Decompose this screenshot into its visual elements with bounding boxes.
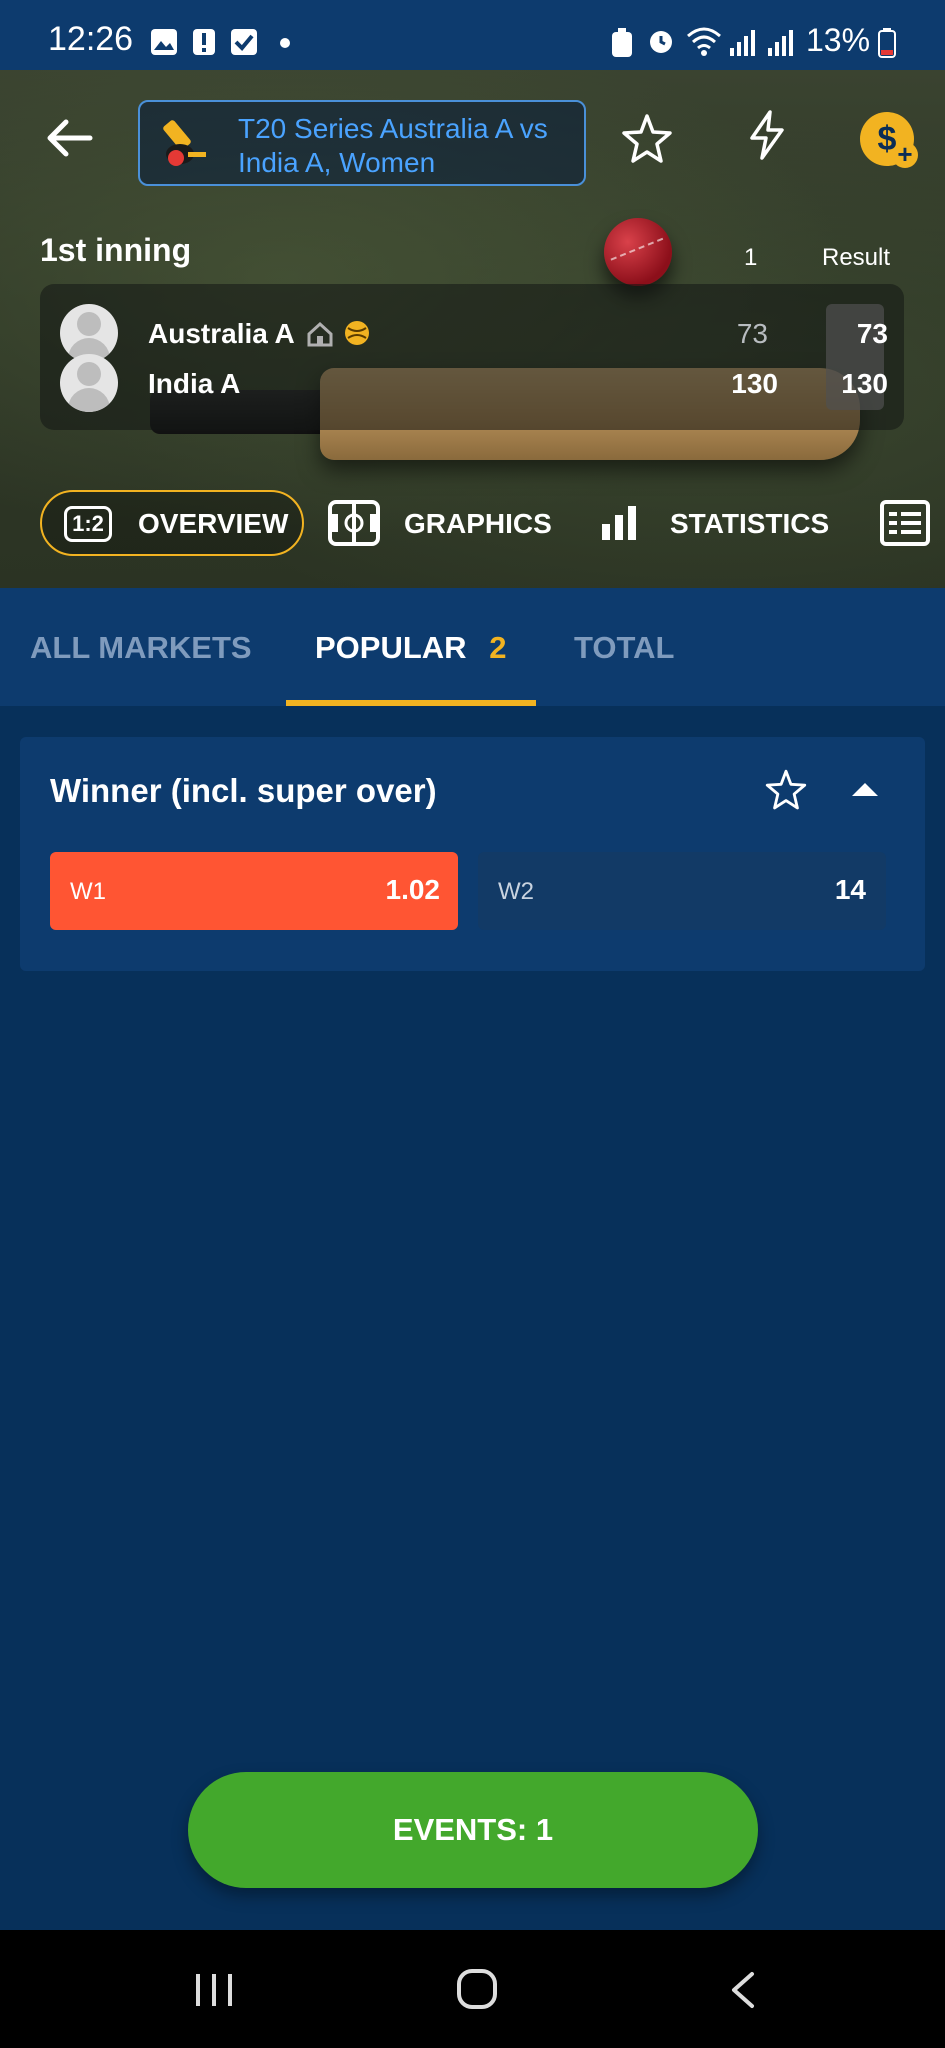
checkbox-icon — [231, 29, 257, 55]
w2-odds: 14 — [834, 874, 866, 905]
result-column-header: Result — [822, 244, 891, 271]
statistics-tab[interactable]: STATISTICS — [670, 508, 829, 540]
tab-popular[interactable]: POPULAR 2 — [315, 630, 506, 666]
collapse-caret-icon[interactable] — [850, 780, 880, 798]
tab-popular-count: 2 — [489, 630, 507, 665]
team-2-avatar — [60, 354, 118, 412]
alert-icon — [193, 29, 215, 55]
team-1-result: 73 — [856, 318, 888, 349]
wifi-icon — [687, 27, 721, 56]
w2-label: W2 — [498, 878, 534, 905]
cricket-ball-image — [604, 218, 672, 286]
signal-2-icon — [768, 30, 793, 56]
inning-label: 1st inning — [40, 232, 192, 268]
w1-label: W1 — [70, 878, 106, 905]
add-coin-icon[interactable]: + — [892, 141, 918, 168]
battery-icon — [878, 28, 896, 58]
home-button-icon[interactable] — [456, 1968, 498, 2010]
market-favorite-star-icon[interactable] — [764, 768, 808, 812]
team-1-innings-score: 73 — [736, 318, 768, 349]
scorecard — [40, 284, 904, 430]
field-graphics-icon[interactable] — [328, 500, 380, 546]
bar-chart-icon[interactable] — [600, 504, 638, 540]
system-back-icon[interactable] — [728, 1970, 758, 2010]
signal-1-icon — [730, 30, 755, 56]
status-bar: 12:26 13% — [0, 0, 945, 70]
active-tab-indicator — [286, 700, 536, 706]
team-2-name: India A — [148, 368, 241, 399]
batting-ball-icon — [345, 321, 369, 345]
cricket-sport-icon — [163, 120, 206, 166]
tab-all-markets[interactable]: ALL MARKETS — [30, 630, 252, 666]
tab-popular-label: POPULAR — [315, 630, 467, 665]
favorite-star-icon[interactable] — [620, 112, 674, 166]
team-2-result: 130 — [841, 368, 888, 399]
list-view-icon[interactable] — [880, 500, 930, 546]
battery-percent: 13% — [806, 22, 871, 58]
team-2-innings-score: 130 — [731, 368, 778, 399]
system-nav-bar — [0, 1930, 945, 2048]
gallery-icon — [151, 29, 177, 55]
back-arrow-icon[interactable] — [44, 118, 94, 158]
tab-total[interactable]: TOTAL — [574, 630, 674, 666]
w1-odds: 1.02 — [385, 874, 441, 905]
lightning-icon[interactable] — [740, 108, 794, 162]
market-title: Winner (incl. super over) — [50, 772, 437, 809]
innings-column-header: 1 — [744, 244, 758, 271]
battery-saver-icon — [612, 28, 632, 57]
status-time: 12:26 — [48, 20, 134, 58]
overview-label: OVERVIEW — [138, 508, 289, 539]
team-1-name: Australia A — [148, 318, 295, 349]
recent-apps-icon[interactable] — [192, 1972, 236, 2008]
score-badge-icon: 1:2 — [64, 506, 112, 542]
events-button[interactable]: EVENTS: 1 — [188, 1772, 758, 1888]
alarm-icon — [650, 31, 672, 53]
match-title: T20 Series Australia A vs India A, Women — [238, 113, 548, 178]
graphics-tab[interactable]: GRAPHICS — [404, 508, 552, 540]
notification-dot-icon — [280, 38, 290, 48]
match-title-box[interactable]: T20 Series Australia A vs India A, Women — [138, 100, 586, 186]
home-icon — [307, 321, 333, 347]
